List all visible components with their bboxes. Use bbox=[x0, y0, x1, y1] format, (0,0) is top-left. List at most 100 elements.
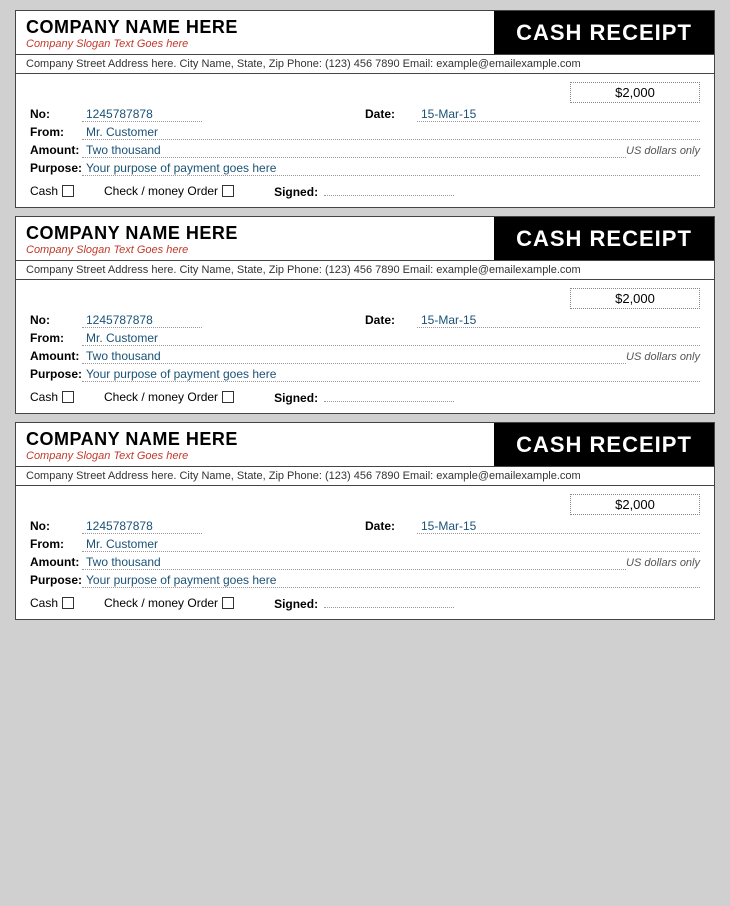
receipt-body: $2,000 No: 1245787878 Date: 15-Mar-15 Fr… bbox=[16, 486, 714, 619]
from-value: Mr. Customer bbox=[82, 537, 700, 552]
cash-receipt-box: CASH RECEIPT bbox=[494, 423, 714, 466]
signed-label: Signed: bbox=[274, 185, 318, 199]
no-value: 1245787878 bbox=[82, 519, 202, 534]
no-date-row: No: 1245787878 Date: 15-Mar-15 bbox=[30, 107, 700, 122]
from-value: Mr. Customer bbox=[82, 125, 700, 140]
date-section: Date: 15-Mar-15 bbox=[365, 107, 700, 122]
signed-label: Signed: bbox=[274, 391, 318, 405]
cash-checkbox-label[interactable]: Cash bbox=[30, 596, 74, 610]
amount-label: Amount: bbox=[30, 143, 82, 157]
cash-receipt-title: CASH RECEIPT bbox=[516, 20, 692, 46]
company-slogan: Company Slogan Text Goes here bbox=[26, 244, 484, 256]
date-label: Date: bbox=[365, 519, 417, 533]
company-name: COMPANY NAME HERE bbox=[26, 17, 484, 38]
amount-text-row: Amount: Two thousand US dollars only bbox=[30, 349, 700, 364]
check-checkbox[interactable] bbox=[222, 391, 234, 403]
amount-label: Amount: bbox=[30, 555, 82, 569]
amount-row: $2,000 bbox=[30, 82, 700, 103]
receipt-3: COMPANY NAME HERE Company Slogan Text Go… bbox=[15, 422, 715, 620]
amount-label: Amount: bbox=[30, 349, 82, 363]
signed-section: Signed: bbox=[274, 182, 454, 199]
no-section: No: 1245787878 bbox=[30, 107, 365, 122]
date-section: Date: 15-Mar-15 bbox=[365, 313, 700, 328]
check-label-text: Check / money Order bbox=[104, 390, 218, 404]
signed-line bbox=[324, 594, 454, 608]
amount-note: US dollars only bbox=[626, 351, 700, 363]
cash-checkbox[interactable] bbox=[62, 597, 74, 609]
receipt-header: COMPANY NAME HERE Company Slogan Text Go… bbox=[16, 217, 714, 261]
cash-checkbox-label[interactable]: Cash bbox=[30, 184, 74, 198]
receipt-body: $2,000 No: 1245787878 Date: 15-Mar-15 Fr… bbox=[16, 280, 714, 413]
no-label: No: bbox=[30, 107, 82, 121]
date-section: Date: 15-Mar-15 bbox=[365, 519, 700, 534]
from-label: From: bbox=[30, 331, 82, 345]
purpose-value: Your purpose of payment goes here bbox=[82, 367, 700, 382]
from-row: From: Mr. Customer bbox=[30, 125, 700, 140]
check-checkbox-label[interactable]: Check / money Order bbox=[104, 390, 234, 404]
amount-text-value: Two thousand bbox=[82, 555, 626, 570]
cash-label-text: Cash bbox=[30, 390, 58, 404]
amount-box: $2,000 bbox=[570, 494, 700, 515]
amount-note: US dollars only bbox=[626, 557, 700, 569]
check-label-text: Check / money Order bbox=[104, 596, 218, 610]
date-label: Date: bbox=[365, 107, 417, 121]
amount-box: $2,000 bbox=[570, 82, 700, 103]
payment-row: Cash Check / money Order Signed: bbox=[30, 182, 700, 199]
signed-line bbox=[324, 388, 454, 402]
address-bar: Company Street Address here. City Name, … bbox=[16, 261, 714, 280]
signed-label: Signed: bbox=[274, 597, 318, 611]
cash-receipt-title: CASH RECEIPT bbox=[516, 432, 692, 458]
address-bar: Company Street Address here. City Name, … bbox=[16, 467, 714, 486]
payment-row: Cash Check / money Order Signed: bbox=[30, 388, 700, 405]
amount-text-value: Two thousand bbox=[82, 143, 626, 158]
from-value: Mr. Customer bbox=[82, 331, 700, 346]
purpose-value: Your purpose of payment goes here bbox=[82, 573, 700, 588]
cash-checkbox-label[interactable]: Cash bbox=[30, 390, 74, 404]
cash-label-text: Cash bbox=[30, 596, 58, 610]
receipt-1: COMPANY NAME HERE Company Slogan Text Go… bbox=[15, 10, 715, 208]
amount-text-row: Amount: Two thousand US dollars only bbox=[30, 143, 700, 158]
amount-note: US dollars only bbox=[626, 145, 700, 157]
no-value: 1245787878 bbox=[82, 107, 202, 122]
check-checkbox-label[interactable]: Check / money Order bbox=[104, 596, 234, 610]
no-value: 1245787878 bbox=[82, 313, 202, 328]
check-checkbox[interactable] bbox=[222, 597, 234, 609]
no-label: No: bbox=[30, 519, 82, 533]
receipt-header: COMPANY NAME HERE Company Slogan Text Go… bbox=[16, 11, 714, 55]
check-label-text: Check / money Order bbox=[104, 184, 218, 198]
date-value: 15-Mar-15 bbox=[417, 519, 700, 534]
date-label: Date: bbox=[365, 313, 417, 327]
company-slogan: Company Slogan Text Goes here bbox=[26, 38, 484, 50]
from-label: From: bbox=[30, 125, 82, 139]
amount-text-row: Amount: Two thousand US dollars only bbox=[30, 555, 700, 570]
date-value: 15-Mar-15 bbox=[417, 107, 700, 122]
from-row: From: Mr. Customer bbox=[30, 537, 700, 552]
company-info: COMPANY NAME HERE Company Slogan Text Go… bbox=[16, 11, 494, 54]
check-checkbox[interactable] bbox=[222, 185, 234, 197]
signed-line bbox=[324, 182, 454, 196]
purpose-value: Your purpose of payment goes here bbox=[82, 161, 700, 176]
company-info: COMPANY NAME HERE Company Slogan Text Go… bbox=[16, 217, 494, 260]
signed-section: Signed: bbox=[274, 388, 454, 405]
signed-section: Signed: bbox=[274, 594, 454, 611]
company-name: COMPANY NAME HERE bbox=[26, 223, 484, 244]
purpose-label: Purpose: bbox=[30, 573, 82, 587]
purpose-row: Purpose: Your purpose of payment goes he… bbox=[30, 161, 700, 176]
cash-checkbox[interactable] bbox=[62, 185, 74, 197]
amount-box: $2,000 bbox=[570, 288, 700, 309]
amount-text-value: Two thousand bbox=[82, 349, 626, 364]
payment-row: Cash Check / money Order Signed: bbox=[30, 594, 700, 611]
purpose-row: Purpose: Your purpose of payment goes he… bbox=[30, 573, 700, 588]
cash-receipt-box: CASH RECEIPT bbox=[494, 217, 714, 260]
receipt-header: COMPANY NAME HERE Company Slogan Text Go… bbox=[16, 423, 714, 467]
purpose-row: Purpose: Your purpose of payment goes he… bbox=[30, 367, 700, 382]
purpose-label: Purpose: bbox=[30, 161, 82, 175]
from-label: From: bbox=[30, 537, 82, 551]
company-name: COMPANY NAME HERE bbox=[26, 429, 484, 450]
receipt-2: COMPANY NAME HERE Company Slogan Text Go… bbox=[15, 216, 715, 414]
company-slogan: Company Slogan Text Goes here bbox=[26, 450, 484, 462]
check-checkbox-label[interactable]: Check / money Order bbox=[104, 184, 234, 198]
cash-receipt-title: CASH RECEIPT bbox=[516, 226, 692, 252]
cash-checkbox[interactable] bbox=[62, 391, 74, 403]
cash-receipt-box: CASH RECEIPT bbox=[494, 11, 714, 54]
